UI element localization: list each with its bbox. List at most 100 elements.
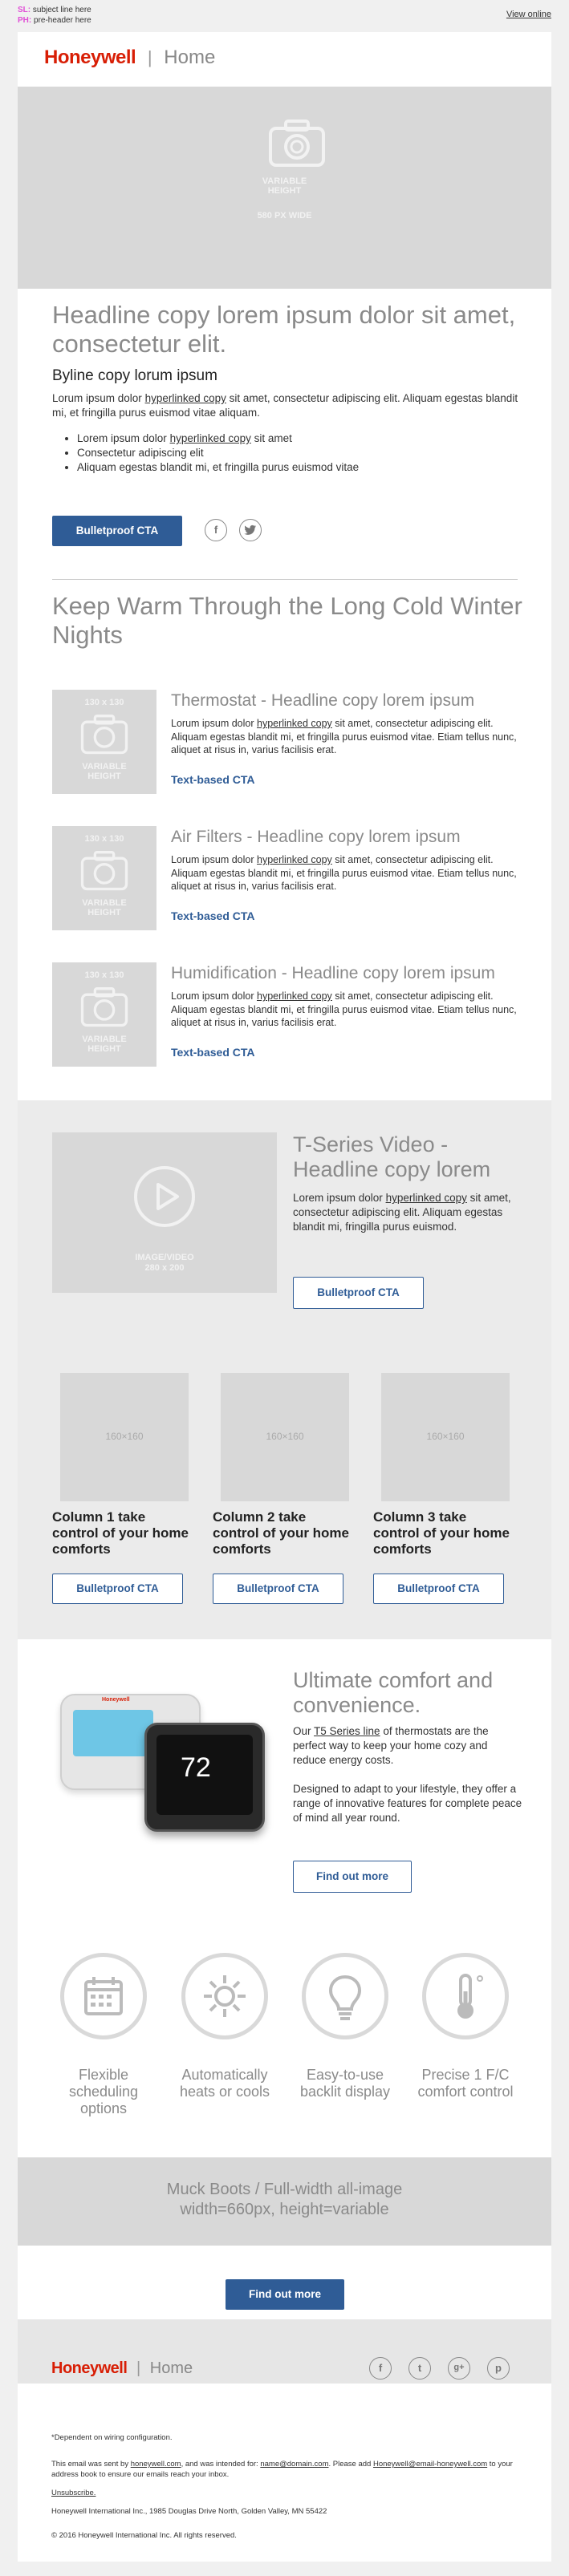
footer-twitter-icon[interactable]: t xyxy=(408,2357,431,2380)
banner-line-1: Muck Boots / Full-width all-image xyxy=(166,2181,403,2198)
product-text-cta[interactable]: Text-based CTA xyxy=(171,1046,255,1059)
comfort-cta-button[interactable]: Find out more xyxy=(293,1861,412,1893)
camera-icon xyxy=(80,851,128,891)
intro-paragraph: Lorum ipsum dolor hyperlinked copy sit a… xyxy=(52,392,518,419)
product-thumbnail-placeholder: 130 x 130 VARIABLE HEIGHT xyxy=(52,690,156,794)
product-thumbnail-placeholder: 130 x 130 VARIABLE HEIGHT xyxy=(52,826,156,930)
thermometer-icon xyxy=(457,1974,483,2019)
footer-sent-notice: This email was sent by honeywell.com, an… xyxy=(51,2460,513,2479)
video-placeholder-size: 280 x 200 xyxy=(144,1263,185,1273)
list-item: Lorem ipsum dolor hyperlinked copy sit a… xyxy=(77,431,526,446)
fullwidth-banner-placeholder: Muck Boots / Full-width all-image width=… xyxy=(18,2157,551,2246)
video-cta-button[interactable]: Bulletproof CTA xyxy=(293,1277,424,1309)
sender-email-link[interactable]: Honeywell@email-honeywell.com xyxy=(373,2460,487,2469)
twitter-icon[interactable] xyxy=(239,519,262,541)
product-description: Lorum ipsum dolor hyperlinked copy sit a… xyxy=(171,718,517,755)
honeywell-logo[interactable]: Honeywell xyxy=(44,47,136,68)
column-cta-button[interactable]: Bulletproof CTA xyxy=(213,1574,343,1604)
footer-copyright: © 2016 Honeywell International Inc. All … xyxy=(51,2531,237,2540)
column-image-placeholder: 160×160 xyxy=(381,1373,510,1501)
camera-icon xyxy=(269,119,325,167)
feature-icon-circle xyxy=(302,1953,388,2039)
preheader-text: pre-header here xyxy=(34,16,91,25)
column-size-label: 160×160 xyxy=(105,1431,144,1442)
product-hyperlink[interactable]: hyperlinked copy xyxy=(257,990,332,1002)
preheader-label: PH: xyxy=(18,16,32,25)
column-cta-button[interactable]: Bulletproof CTA xyxy=(373,1574,504,1604)
bottom-cta-button[interactable]: Find out more xyxy=(226,2279,344,2310)
footer-logo: Honeywell | Home xyxy=(51,2359,193,2377)
lightbulb-icon xyxy=(328,1975,362,2020)
thermostat-product-image: Honeywell 72 xyxy=(44,1675,277,1835)
footer-honeywell-logo[interactable]: Honeywell xyxy=(51,2359,128,2377)
product-text-cta[interactable]: Text-based CTA xyxy=(171,909,255,922)
thermostat-black-screen: 72 xyxy=(156,1735,253,1815)
video-placeholder-label: IMAGE/VIDEO xyxy=(135,1253,194,1262)
product-title: Thermostat - Headline copy lorem ipsum xyxy=(171,691,475,710)
footer-wiring-note: *Dependent on wiring configuration. xyxy=(51,2433,173,2442)
comfort-paragraph-2: Designed to adapt to your lifestyle, the… xyxy=(293,1783,522,1824)
t5-series-link[interactable]: T5 Series line xyxy=(314,1725,380,1737)
products-headline: Keep Warm Through the Long Cold Winter N… xyxy=(52,592,522,649)
list-item: Aliquam egestas blandit mi, et fringilla… xyxy=(77,460,526,475)
hero-placeholder-line2: HEIGHT xyxy=(267,186,302,196)
calendar-icon xyxy=(84,1977,123,2015)
column-cta-button[interactable]: Bulletproof CTA xyxy=(52,1574,183,1604)
honeywell-site-link[interactable]: honeywell.com xyxy=(131,2460,181,2469)
intro-bullet-list: Lorem ipsum dolor hyperlinked copy sit a… xyxy=(77,431,526,475)
column-title: Column 1 take control of your home comfo… xyxy=(52,1509,189,1557)
column-image-placeholder: 160×160 xyxy=(221,1373,349,1501)
footer-pinterest-icon[interactable]: p xyxy=(487,2357,510,2380)
camera-icon xyxy=(80,987,128,1027)
thumb-size-label: 130 x 130 xyxy=(84,970,124,980)
footer-section-title: Home xyxy=(149,2359,193,2377)
device-temperature: 72 xyxy=(181,1752,211,1783)
preheader-preheader: PH: pre-header here xyxy=(18,15,91,26)
view-online-link[interactable]: View online xyxy=(506,10,551,19)
footer-facebook-icon[interactable]: f xyxy=(369,2357,392,2380)
column-size-label: 160×160 xyxy=(426,1431,465,1442)
email-header: Honeywell | Home xyxy=(44,46,215,70)
feature-icon-circle xyxy=(422,1953,509,2039)
video-paragraph: Lorem ipsum dolor hyperlinked copy sit a… xyxy=(293,1192,511,1233)
facebook-icon[interactable]: f xyxy=(205,519,227,541)
thumb-size-label: 130 x 130 xyxy=(84,834,124,844)
section-divider xyxy=(52,579,518,580)
feature-label: Easy-to-use backlit display xyxy=(299,2067,391,2100)
subject-text: subject line here xyxy=(32,6,91,14)
header-section-title: Home xyxy=(164,47,216,68)
product-thumbnail-placeholder: 130 x 130 VARIABLE HEIGHT xyxy=(52,962,156,1067)
camera-icon xyxy=(80,715,128,755)
sun-snowflake-icon xyxy=(204,1975,246,2017)
thumb-size-label: 130 x 130 xyxy=(84,698,124,707)
video-hyperlink[interactable]: hyperlinked copy xyxy=(386,1192,467,1204)
product-title: Humidification - Headline copy lorem ips… xyxy=(171,964,495,982)
comfort-headline: Ultimate comfort and convenience. xyxy=(293,1668,494,1717)
feature-icon-circle xyxy=(60,1953,147,2039)
bullet-hyperlink[interactable]: hyperlinked copy xyxy=(170,432,251,444)
subject-label: SL: xyxy=(18,6,31,14)
product-description: Lorum ipsum dolor hyperlinked copy sit a… xyxy=(171,854,517,892)
header-separator: | xyxy=(147,47,152,67)
feature-label: Flexible scheduling options xyxy=(68,2067,139,2116)
play-icon[interactable] xyxy=(132,1164,197,1229)
product-text-cta[interactable]: Text-based CTA xyxy=(171,773,255,786)
list-item: Consectetur adipiscing elit xyxy=(77,446,526,460)
footer-googleplus-icon[interactable]: g+ xyxy=(448,2357,470,2380)
thermostat-white-screen xyxy=(73,1710,153,1756)
intro-cta-button[interactable]: Bulletproof CTA xyxy=(52,516,182,546)
hero-placeholder-size: 580 PX WIDE xyxy=(257,211,312,221)
intro-hyperlink[interactable]: hyperlinked copy xyxy=(145,392,226,404)
unsubscribe-link[interactable]: Unsubscribe. xyxy=(51,2488,96,2498)
recipient-email-link[interactable]: name@domain.com xyxy=(260,2460,328,2469)
column-size-label: 160×160 xyxy=(266,1431,304,1442)
feature-label: Automatically heats or cools xyxy=(179,2067,270,2100)
video-placeholder[interactable]: IMAGE/VIDEO 280 x 200 xyxy=(52,1132,277,1293)
product-hyperlink[interactable]: hyperlinked copy xyxy=(257,854,332,865)
footer-address: Honeywell International Inc., 1985 Dougl… xyxy=(51,2507,327,2516)
feature-label: Precise 1 F/C comfort control xyxy=(417,2067,514,2100)
comfort-paragraph-1: Our T5 Series line of thermostats are th… xyxy=(293,1725,489,1766)
feature-icon-circle xyxy=(181,1953,268,2039)
product-hyperlink[interactable]: hyperlinked copy xyxy=(257,718,332,729)
column-title: Column 2 take control of your home comfo… xyxy=(213,1509,349,1557)
